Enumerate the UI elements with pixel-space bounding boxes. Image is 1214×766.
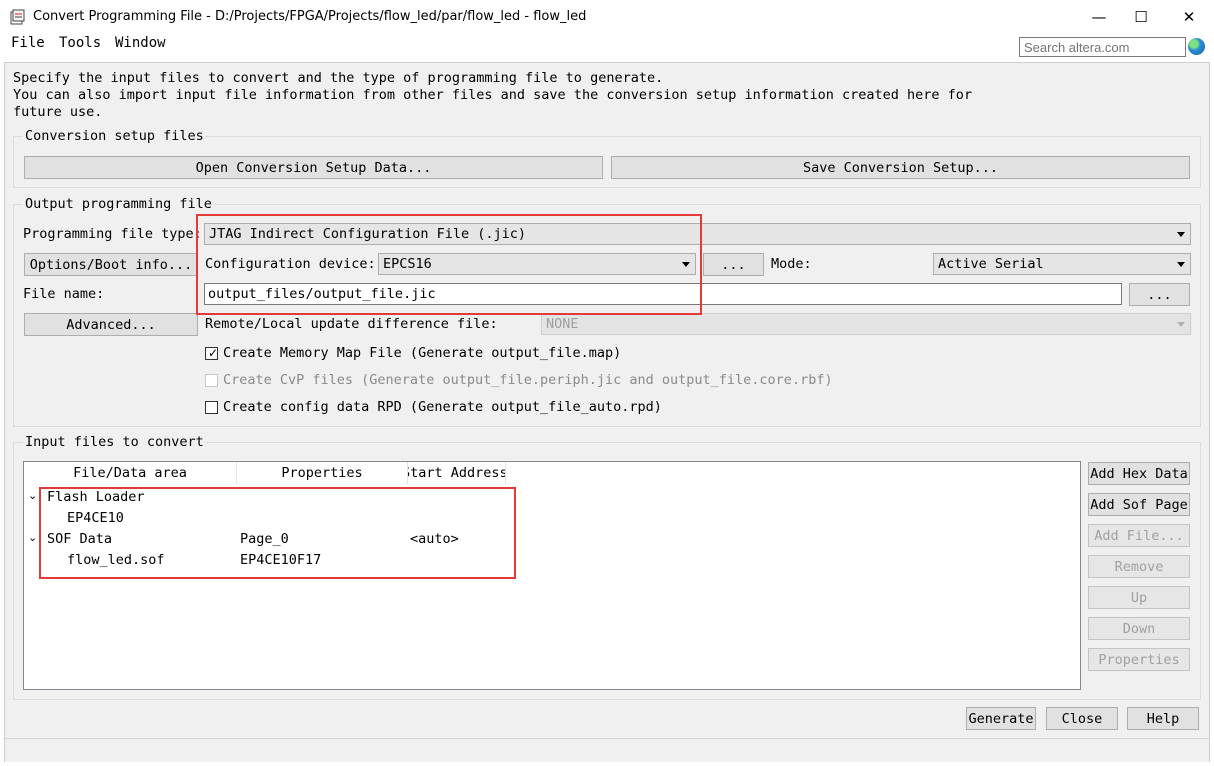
chevron-down-icon: [1177, 232, 1185, 237]
column-file-data-area[interactable]: File/Data area: [24, 462, 237, 484]
programming-file-type-label: Programming file type:: [23, 226, 202, 242]
chevron-down-icon: [1177, 322, 1185, 327]
highlight-output-settings: [196, 214, 702, 315]
mode-select[interactable]: Active Serial: [933, 253, 1191, 275]
mode-value: Active Serial: [938, 256, 1044, 272]
save-conversion-setup-button[interactable]: Save Conversion Setup...: [611, 156, 1190, 179]
open-conversion-setup-button[interactable]: Open Conversion Setup Data...: [24, 156, 603, 179]
maximize-button[interactable]: ☐: [1118, 0, 1164, 34]
browse-device-button[interactable]: ...: [703, 253, 764, 276]
menu-file[interactable]: File: [5, 35, 51, 51]
remote-local-update-value: NONE: [546, 316, 579, 332]
column-properties[interactable]: Properties: [237, 462, 408, 484]
browse-file-button[interactable]: ...: [1129, 283, 1190, 306]
remote-local-update-label: Remote/Local update difference file:: [205, 316, 498, 332]
cvp-checkbox[interactable]: [205, 374, 218, 387]
remove-button[interactable]: Remove: [1088, 555, 1190, 578]
menu-tools[interactable]: Tools: [53, 35, 107, 51]
expand-chevron-icon[interactable]: ⌄: [28, 531, 37, 544]
status-bar: [5, 738, 1209, 762]
advanced-button[interactable]: Advanced...: [24, 313, 198, 336]
add-file-button[interactable]: Add File...: [1088, 524, 1190, 547]
chevron-down-icon: [1177, 262, 1185, 267]
title-bar: Convert Programming File - D:/Projects/F…: [0, 0, 1214, 34]
properties-button[interactable]: Properties: [1088, 648, 1190, 671]
close-button[interactable]: Close: [1046, 707, 1118, 730]
instructions-line-2: You can also import input file informati…: [13, 87, 973, 103]
search-input[interactable]: [1019, 37, 1186, 57]
options-boot-info-button[interactable]: Options/Boot info...: [24, 253, 198, 276]
conversion-setup-label: Conversion setup files: [23, 128, 206, 144]
help-button[interactable]: Help: [1127, 707, 1199, 730]
instructions-line-1: Specify the input files to convert and t…: [13, 70, 664, 86]
rpd-checkbox[interactable]: [205, 401, 218, 414]
checkmark-icon: ✓: [208, 346, 219, 360]
globe-icon[interactable]: [1188, 38, 1205, 55]
add-sof-page-button[interactable]: Add Sof Page: [1088, 493, 1190, 516]
minimize-button[interactable]: —: [1076, 0, 1122, 34]
instructions: Specify the input files to convert and t…: [13, 70, 972, 121]
column-start-address[interactable]: Start Address: [408, 462, 506, 484]
cvp-label: Create CvP files (Generate output_file.p…: [223, 372, 833, 388]
highlight-input-files: [39, 487, 516, 579]
remote-local-update-select[interactable]: NONE: [541, 313, 1191, 335]
input-files-label: Input files to convert: [23, 434, 206, 450]
memory-map-checkbox[interactable]: ✓: [205, 346, 219, 360]
mode-label: Mode:: [771, 256, 812, 272]
instructions-line-3: future use.: [13, 104, 103, 120]
quartus-app-icon: [10, 9, 25, 25]
rpd-label: Create config data RPD (Generate output_…: [223, 399, 662, 415]
output-programming-label: Output programming file: [23, 196, 214, 212]
menu-window[interactable]: Window: [109, 35, 172, 51]
window-title: Convert Programming File - D:/Projects/F…: [33, 9, 587, 24]
expand-chevron-icon[interactable]: ⌄: [28, 489, 37, 502]
generate-button[interactable]: Generate: [966, 707, 1036, 730]
add-hex-data-button[interactable]: Add Hex Data: [1088, 462, 1190, 485]
file-name-label: File name:: [23, 286, 105, 302]
down-button[interactable]: Down: [1088, 617, 1190, 640]
up-button[interactable]: Up: [1088, 586, 1190, 609]
close-window-button[interactable]: ✕: [1166, 0, 1212, 34]
memory-map-label: Create Memory Map File (Generate output_…: [223, 345, 622, 361]
